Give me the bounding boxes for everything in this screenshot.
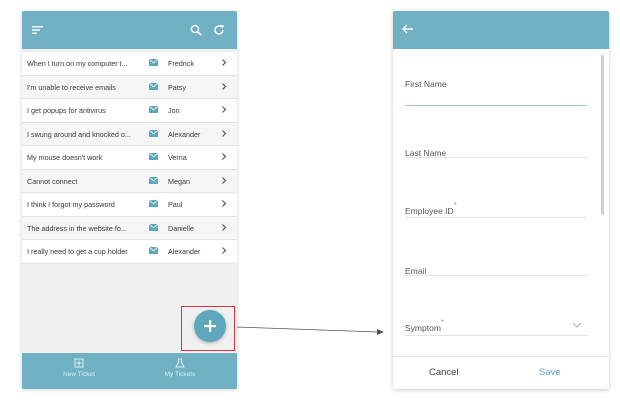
last-name-field[interactable]: Last Name <box>405 143 587 161</box>
required-marker: * <box>453 201 457 210</box>
symptom-label: Symptom <box>405 323 441 333</box>
new-ticket-form-screen: First Name Last Name Employee ID* Email … <box>393 11 609 389</box>
last-name-underline <box>405 157 587 158</box>
required-marker: * <box>440 318 445 327</box>
first-name-field[interactable]: First Name <box>405 74 587 106</box>
employee-id-label: Employee ID <box>405 206 454 216</box>
symptom-select[interactable]: Symptom* <box>405 318 587 336</box>
first-name-label: First Name <box>405 79 447 89</box>
employee-id-underline <box>405 217 587 218</box>
scrollbar[interactable] <box>601 55 604 215</box>
first-name-underline <box>405 105 587 106</box>
footer-divider <box>393 356 609 357</box>
symptom-underline <box>405 335 587 336</box>
employee-id-field[interactable]: Employee ID* <box>405 201 587 219</box>
back-arrow-icon[interactable] <box>401 22 415 36</box>
chevron-down-icon[interactable] <box>572 322 582 328</box>
cancel-button[interactable]: Cancel <box>429 367 459 378</box>
email-underline <box>405 275 587 276</box>
email-field[interactable]: Email <box>405 261 587 279</box>
save-button[interactable]: Save <box>539 367 561 378</box>
form-header <box>393 11 609 49</box>
